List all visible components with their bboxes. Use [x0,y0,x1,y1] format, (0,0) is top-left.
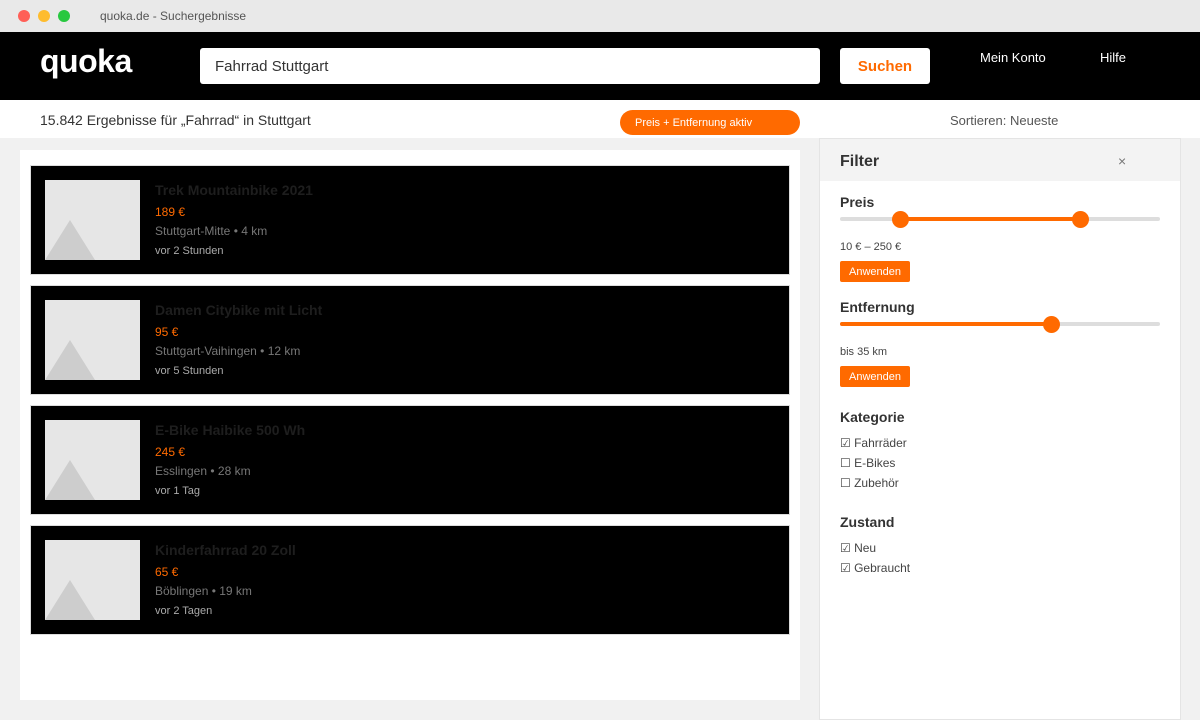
listing-location: Böblingen • 19 km [155,584,252,598]
listing-price: 95 € [155,325,179,339]
site-header: quoka Suchen Mein Konto Hilfe [0,32,1200,100]
window-titlebar: quoka.de - Suchergebnisse [0,0,1200,32]
close-icon[interactable]: × [1118,153,1126,169]
distance-filter-title: Entfernung [840,299,915,315]
distance-handle[interactable] [1043,316,1061,333]
results-bar: 15.842 Ergebnisse für „Fahrrad“ in Stutt… [0,100,1200,138]
category-checkbox-ebikes[interactable]: ☐ E-Bikes [840,456,895,470]
price-max-handle[interactable] [1072,211,1089,228]
quoka-logo[interactable]: quoka [40,43,132,80]
sort-select[interactable]: Sortieren: Neueste [950,113,1058,128]
listing-title: Kinderfahrrad 20 Zoll [155,542,296,558]
image-placeholder-icon [45,540,140,620]
listing-location: Esslingen • 28 km [155,464,251,478]
price-filter-title: Preis [840,194,875,210]
listing-price: 245 € [155,445,186,459]
listing-title: E-Bike Haibike 500 Wh [155,422,306,438]
price-apply-button[interactable]: Anwenden [840,261,910,282]
distance-apply-button[interactable]: Anwenden [840,366,910,387]
window-title: quoka.de - Suchergebnisse [100,9,247,23]
filter-panel: Filter × Preis 10 € – 250 € Anwenden Ent… [819,138,1181,720]
listing-card[interactable]: Trek Mountainbike 2021 189 € Stuttgart-M… [30,165,790,275]
listing-card[interactable]: E-Bike Haibike 500 Wh 245 € Esslingen • … [30,405,790,515]
nav-my-account[interactable]: Mein Konto [980,50,1046,65]
distance-slider[interactable] [840,316,1160,333]
listing-price: 65 € [155,565,179,579]
price-range-text: 10 € – 250 € [840,241,902,253]
search-input[interactable] [200,48,820,84]
image-placeholder-icon [45,180,140,260]
minimize-window-button[interactable] [38,10,50,22]
listing-title: Damen Citybike mit Licht [155,302,323,318]
category-checkbox-zubehoer[interactable]: ☐ Zubehör [840,476,899,490]
category-filter-title: Kategorie [840,409,905,425]
condition-checkbox-neu[interactable]: ☑ Neu [840,541,876,555]
listing-time: vor 5 Stunden [155,365,224,377]
filter-header: Filter × [820,139,1180,181]
listing-location: Stuttgart-Vaihingen • 12 km [155,344,301,358]
filter-title: Filter [840,153,880,170]
listing-time: vor 2 Tagen [155,605,213,617]
distance-range-fill [840,322,1052,326]
price-min-handle[interactable] [892,211,909,228]
category-checkbox-fahrraeder[interactable]: ☑ Fahrräder [840,436,907,450]
search-button[interactable]: Suchen [840,48,930,84]
listing-card[interactable]: Kinderfahrrad 20 Zoll 65 € Böblingen • 1… [30,525,790,635]
condition-filter-title: Zustand [840,514,895,530]
price-range-fill [900,217,1080,221]
listing-time: vor 2 Stunden [155,245,224,257]
listing-card[interactable]: Damen Citybike mit Licht 95 € Stuttgart-… [30,285,790,395]
results-list: Trek Mountainbike 2021 189 € Stuttgart-M… [20,150,800,700]
maximize-window-button[interactable] [58,10,70,22]
listing-time: vor 1 Tag [155,485,201,497]
result-count: 15.842 Ergebnisse für „Fahrrad“ in Stutt… [40,112,311,128]
close-window-button[interactable] [18,10,30,22]
image-placeholder-icon [45,420,140,500]
condition-checkbox-gebraucht[interactable]: ☑ Gebraucht [840,561,910,575]
listing-title: Trek Mountainbike 2021 [155,182,313,198]
listing-price: 189 € [155,205,186,219]
price-range-slider[interactable] [840,211,1160,228]
listing-location: Stuttgart-Mitte • 4 km [155,224,268,238]
distance-range-text: bis 35 km [840,346,888,358]
active-filter-chip[interactable]: Preis + Entfernung aktiv [620,110,800,135]
image-placeholder-icon [45,300,140,380]
nav-help[interactable]: Hilfe [1100,50,1126,65]
